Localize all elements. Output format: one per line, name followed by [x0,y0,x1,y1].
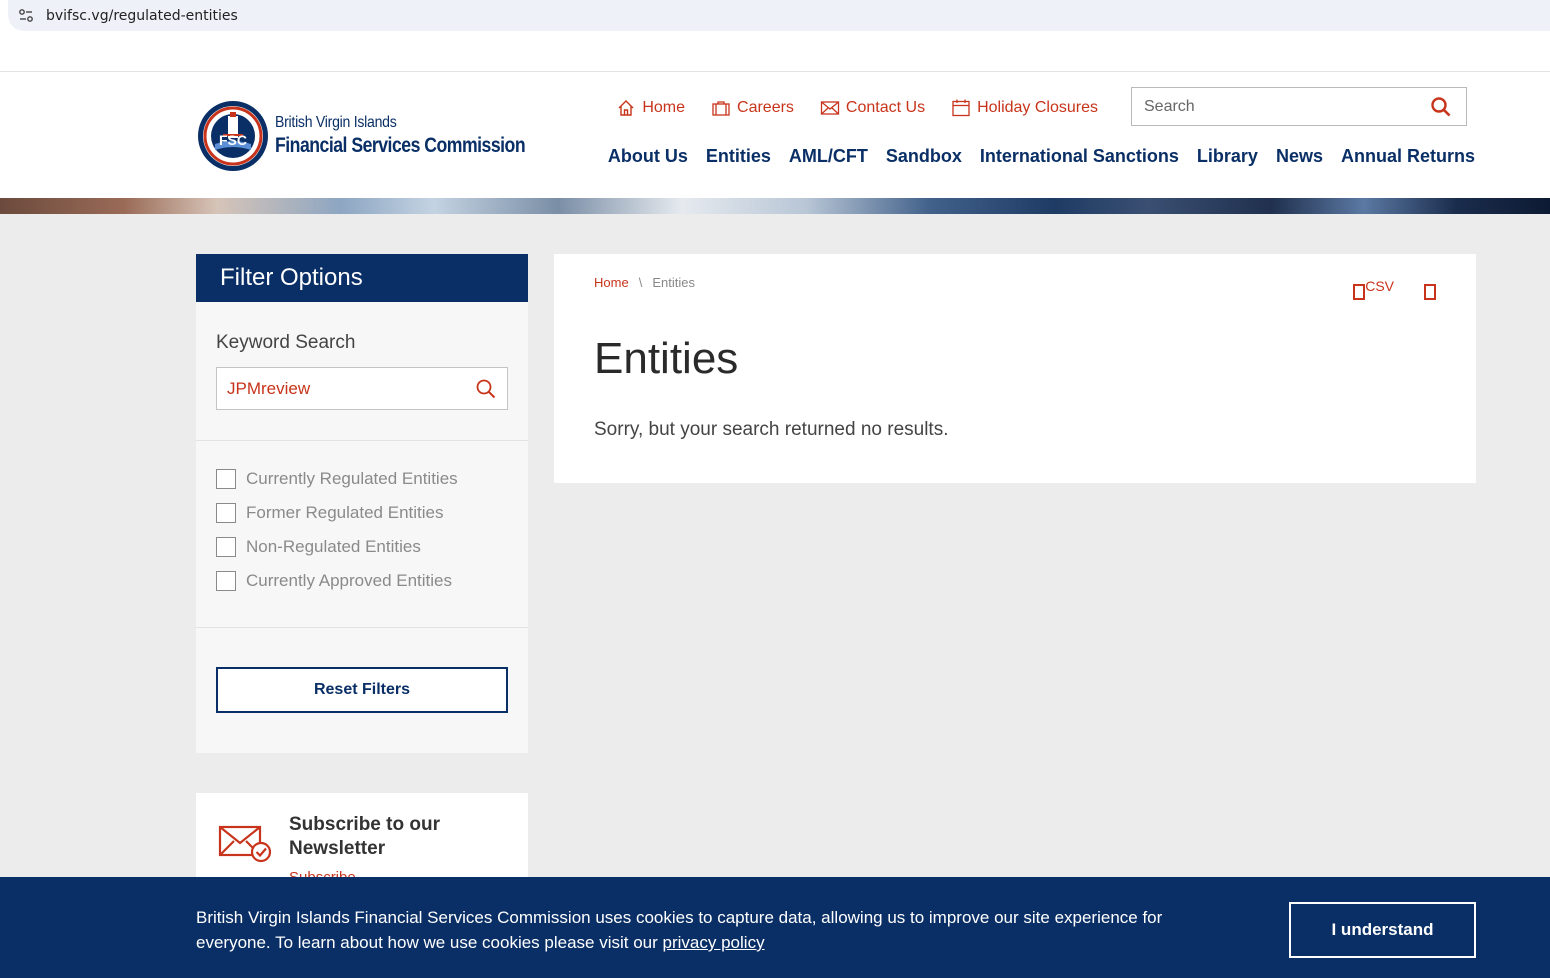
site-logo[interactable]: FSC British Virgin Islands Financial Ser… [197,100,573,172]
nav-library[interactable]: Library [1197,146,1258,167]
nav-news[interactable]: News [1276,146,1323,167]
nav-entities[interactable]: Entities [706,146,771,167]
export-tools: CSV [1353,278,1436,300]
site-settings-icon[interactable] [18,8,34,24]
page-title: Entities [594,334,739,383]
keyword-search-label: Keyword Search [216,332,356,353]
breadcrumb-current: Entities [652,275,695,290]
logo-text: British Virgin Islands Financial Service… [275,114,573,158]
hero-banner-strip [0,198,1550,214]
csv-file-icon [1353,284,1366,300]
filter-option-currently-regulated[interactable]: Currently Regulated Entities [216,462,458,496]
nav-aml-cft[interactable]: AML/CFT [789,146,868,167]
header-search-box [1131,87,1467,126]
filter-panel-title: Filter Options [196,254,528,302]
logo-line2: Financial Services Commission [275,134,526,157]
breadcrumb: Home \ Entities [594,275,695,290]
content-card: Home \ Entities CSV Entities Sorry, but … [554,254,1476,483]
keyword-search-icon[interactable] [475,378,497,400]
util-home-label: Home [642,99,686,116]
filter-divider [196,627,528,628]
nav-annual-returns[interactable]: Annual Returns [1341,146,1475,167]
privacy-policy-link[interactable]: privacy policy [663,933,765,952]
envelope-icon [820,101,840,115]
filter-option-currently-approved[interactable]: Currently Approved Entities [216,564,458,598]
nav-sandbox[interactable]: Sandbox [886,146,962,167]
newsletter-title: Subscribe to our Newsletter [289,814,440,859]
util-home-link[interactable]: Home [616,98,685,118]
utility-nav: Home Careers Contact Us Holiday Closures [616,98,1098,118]
csv-label: CSV [1365,278,1394,294]
breadcrumb-separator: \ [638,275,643,290]
cookie-text: British Virgin Islands Financial Service… [196,905,1216,955]
filter-option-label: Non-Regulated Entities [246,537,421,556]
csv-export-button[interactable]: CSV [1353,278,1394,300]
keyword-search-input[interactable] [217,378,475,399]
util-careers-label: Careers [737,99,794,116]
util-contact-link[interactable]: Contact Us [820,98,925,118]
cookie-banner: British Virgin Islands Financial Service… [0,877,1550,978]
keyword-search-box [216,367,508,410]
address-bar[interactable]: bvifsc.vg/regulated-entities [8,0,1550,31]
checkbox[interactable] [216,503,236,523]
no-results-message: Sorry, but your search returned no resul… [594,419,949,440]
search-icon[interactable] [1430,96,1452,118]
checkbox[interactable] [216,469,236,489]
filter-option-non-regulated[interactable]: Non-Regulated Entities [216,530,458,564]
fsc-seal-logo: FSC [198,101,268,171]
checkbox[interactable] [216,537,236,557]
logo-line1: British Virgin Islands [275,114,397,131]
filter-option-former-regulated[interactable]: Former Regulated Entities [216,496,458,530]
filter-checkbox-list: Currently Regulated Entities Former Regu… [216,462,458,598]
util-holiday-label: Holiday Closures [977,99,1098,116]
seal-text: FSC [219,132,247,148]
site-header: FSC British Virgin Islands Financial Ser… [0,72,1550,198]
print-icon [1424,284,1436,300]
filter-option-label: Former Regulated Entities [246,503,444,522]
reset-filters-button[interactable]: Reset Filters [216,667,508,713]
newsletter-envelope-icon [218,825,272,863]
util-careers-link[interactable]: Careers [711,98,794,118]
home-icon [618,100,634,116]
browser-top-bar: bvifsc.vg/regulated-entities [0,0,1550,72]
address-url[interactable]: bvifsc.vg/regulated-entities [46,8,238,24]
nav-international-sanctions[interactable]: International Sanctions [980,146,1179,167]
cookie-accept-button[interactable]: I understand [1289,902,1476,958]
briefcase-icon [712,101,730,116]
print-button[interactable] [1424,278,1436,300]
breadcrumb-home[interactable]: Home [594,275,629,290]
filter-divider [196,440,528,441]
checkbox[interactable] [216,571,236,591]
header-search-input[interactable] [1132,97,1430,116]
main-nav: About Us Entities AML/CFT Sandbox Intern… [608,146,1475,167]
util-contact-label: Contact Us [845,99,926,116]
filter-option-label: Currently Regulated Entities [246,469,458,488]
nav-about-us[interactable]: About Us [608,146,688,167]
filter-option-label: Currently Approved Entities [246,571,452,590]
filter-panel: Filter Options Keyword Search Currently … [196,254,528,753]
util-holiday-link[interactable]: Holiday Closures [951,98,1098,118]
calendar-icon [952,99,970,117]
